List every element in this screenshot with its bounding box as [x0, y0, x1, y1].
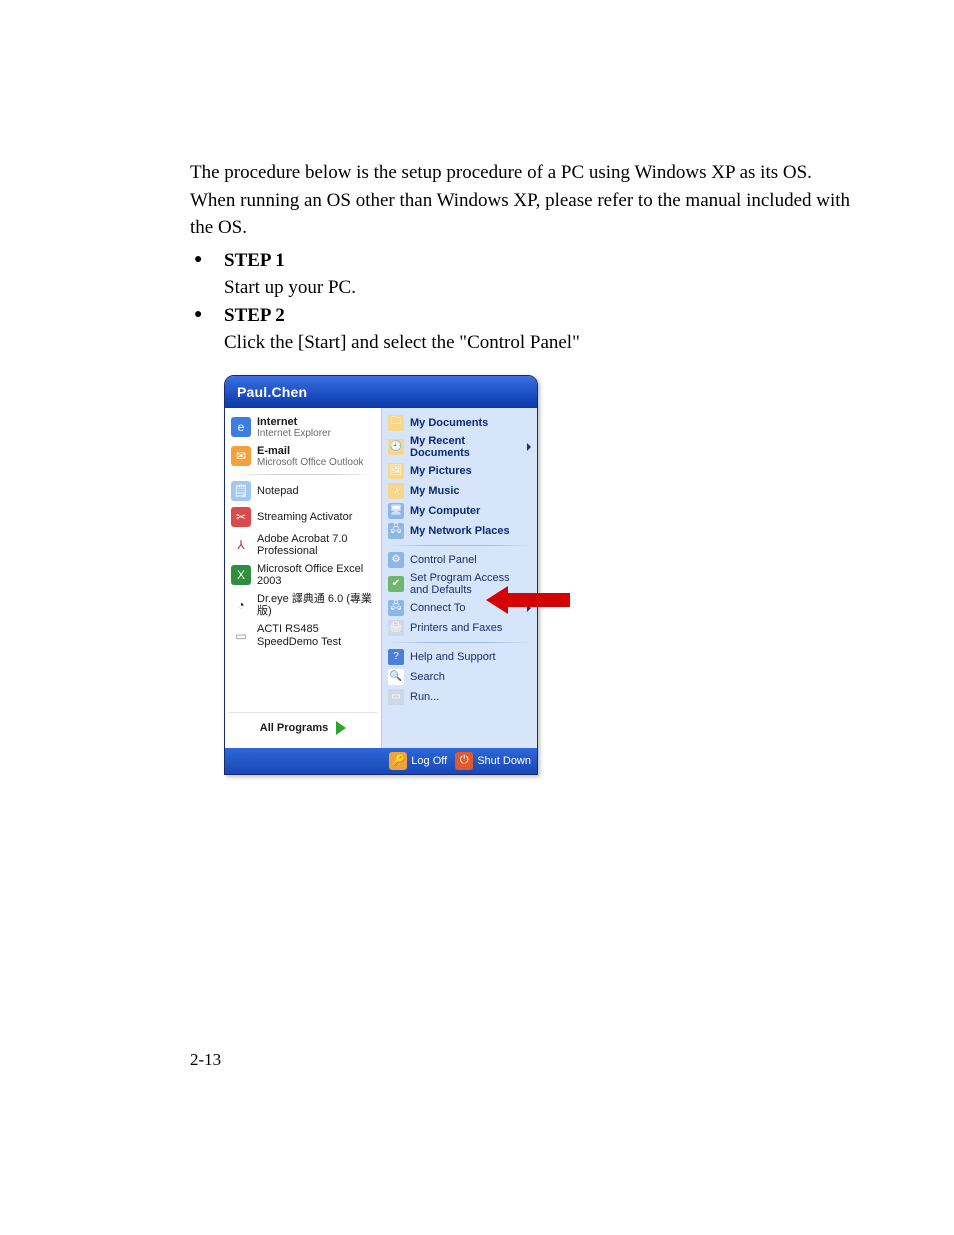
mycomp-icon: 🖥	[388, 503, 404, 519]
shutdown-label: Shut Down	[477, 755, 531, 767]
all-programs-label: All Programs	[260, 722, 328, 734]
all-programs[interactable]: All Programs	[228, 712, 378, 743]
item-title: Help and Support	[410, 651, 496, 663]
connect-icon: 🖧	[388, 600, 404, 616]
callout-arrow	[486, 586, 570, 614]
menu-item-my-network-places[interactable]: 🖧 My Network Places	[385, 521, 534, 541]
start-menu: Paul.Chen e InternetInternet Explorer ✉ E-m…	[224, 375, 538, 775]
pinned-item[interactable]: e InternetInternet Explorer	[228, 413, 378, 442]
item-title: My Network Places	[410, 525, 510, 537]
item-title: My Documents	[410, 417, 488, 429]
menu-item-my-music[interactable]: ♪ My Music	[385, 481, 534, 501]
intro-paragraph: The procedure below is the setup procedu…	[190, 159, 854, 242]
printers-icon: 🖨	[388, 620, 404, 636]
control-panel-icon: ⚙	[388, 552, 404, 568]
item-title: Internet	[257, 416, 331, 428]
item-title: My Music	[410, 485, 460, 497]
item-title: Printers and Faxes	[410, 622, 502, 634]
menu-item-printers-and-faxes[interactable]: 🖨 Printers and Faxes	[385, 618, 534, 638]
menu-item-my-documents[interactable]: 🗀 My Documents	[385, 413, 534, 433]
outlook-icon: ✉	[231, 446, 251, 466]
start-menu-left-pane: eInternetInternet Explorer✉E-mailMicroso…	[225, 408, 382, 748]
item-title: Search	[410, 671, 445, 683]
acrobat-icon: ⅄	[231, 535, 251, 555]
shutdown-button[interactable]: ⏻ Shut Down	[455, 752, 531, 770]
menu-item-my-pictures[interactable]: 🖼 My Pictures	[385, 461, 534, 481]
logoff-label: Log Off	[411, 755, 447, 767]
help-icon: ?	[388, 649, 404, 665]
start-menu-user: Paul.Chen	[225, 376, 537, 408]
recent-item[interactable]: ✂ Streaming Activator	[228, 504, 378, 530]
item-title: Dr.eye 譯典通 6.0 (專業版)	[257, 593, 375, 617]
item-subtitle: Internet Explorer	[257, 428, 331, 439]
step-2-head: STEP 2	[224, 305, 854, 327]
item-title: Streaming Activator	[257, 511, 352, 523]
search-icon: 🔍	[388, 669, 404, 685]
start-menu-screenshot: Paul.Chen e InternetInternet Explorer ✉ E-m…	[224, 375, 604, 775]
separator	[232, 474, 374, 475]
item-title: Run...	[410, 691, 439, 703]
item-title: My Computer	[410, 505, 480, 517]
steps-list: STEP 1 Start up your PC. STEP 2 Click th…	[190, 250, 854, 357]
item-subtitle: Microsoft Office Outlook	[257, 457, 364, 468]
chevron-right-icon	[527, 443, 531, 451]
ie-icon: e	[231, 417, 251, 437]
item-title: ACTI RS485 SpeedDemo Test	[257, 623, 375, 647]
arrow-icon	[336, 721, 346, 735]
recent-item[interactable]: ▭ ACTI RS485 SpeedDemo Test	[228, 620, 378, 650]
page-number: 2-13	[190, 1050, 221, 1070]
item-title: My Recent Documents	[410, 435, 521, 459]
notepad-icon: 🗒	[231, 481, 251, 501]
step-1-body: Start up your PC.	[224, 274, 854, 302]
menu-item-control-panel[interactable]: ⚙ Control Panel	[385, 550, 534, 570]
item-title: Microsoft Office Excel 2003	[257, 563, 375, 587]
excel-icon: X	[231, 565, 251, 585]
shutdown-icon: ⏻	[455, 752, 473, 770]
item-title: Adobe Acrobat 7.0 Professional	[257, 533, 375, 557]
separator	[389, 545, 530, 546]
step-2: STEP 2 Click the [Start] and select the …	[190, 305, 854, 357]
mymusic-icon: ♪	[388, 483, 404, 499]
item-title: E-mail	[257, 445, 364, 457]
step-1: STEP 1 Start up your PC.	[190, 250, 854, 302]
menu-item-my-recent-documents[interactable]: 🕘 My Recent Documents	[385, 433, 534, 461]
separator	[389, 642, 530, 643]
recent-item[interactable]: ◔ Dr.eye 譯典通 6.0 (專業版)	[228, 590, 378, 620]
item-title: Control Panel	[410, 554, 477, 566]
menu-item-my-computer[interactable]: 🖥 My Computer	[385, 501, 534, 521]
menu-item-search[interactable]: 🔍 Search	[385, 667, 534, 687]
recent-item[interactable]: X Microsoft Office Excel 2003	[228, 560, 378, 590]
start-menu-right-pane: 🗀 My Documents 🕘 My Recent Documents 🖼 My Pic…	[382, 408, 537, 748]
pinned-item[interactable]: ✉ E-mailMicrosoft Office Outlook	[228, 442, 378, 471]
step-1-head: STEP 1	[224, 250, 854, 272]
acti-icon: ▭	[231, 626, 251, 646]
start-menu-footer: 🔑 Log Off ⏻ Shut Down	[225, 748, 537, 774]
logoff-button[interactable]: 🔑 Log Off	[389, 752, 447, 770]
dreye-icon: ◔	[231, 595, 251, 615]
item-title: Notepad	[257, 485, 299, 497]
item-title: My Pictures	[410, 465, 472, 477]
recent-icon: 🕘	[388, 439, 404, 455]
mydocs-icon: 🗀	[388, 415, 404, 431]
menu-item-run[interactable]: ▭ Run...	[385, 687, 534, 707]
run-icon: ▭	[388, 689, 404, 705]
spad-icon: ✔	[388, 576, 404, 592]
item-title: Connect To	[410, 602, 465, 614]
recent-item[interactable]: 🗒 Notepad	[228, 478, 378, 504]
mypics-icon: 🖼	[388, 463, 404, 479]
step-2-body: Click the [Start] and select the "Contro…	[224, 329, 854, 357]
recent-item[interactable]: ⅄ Adobe Acrobat 7.0 Professional	[228, 530, 378, 560]
activator-icon: ✂	[231, 507, 251, 527]
mynet-icon: 🖧	[388, 523, 404, 539]
menu-item-help-and-support[interactable]: ? Help and Support	[385, 647, 534, 667]
logoff-icon: 🔑	[389, 752, 407, 770]
